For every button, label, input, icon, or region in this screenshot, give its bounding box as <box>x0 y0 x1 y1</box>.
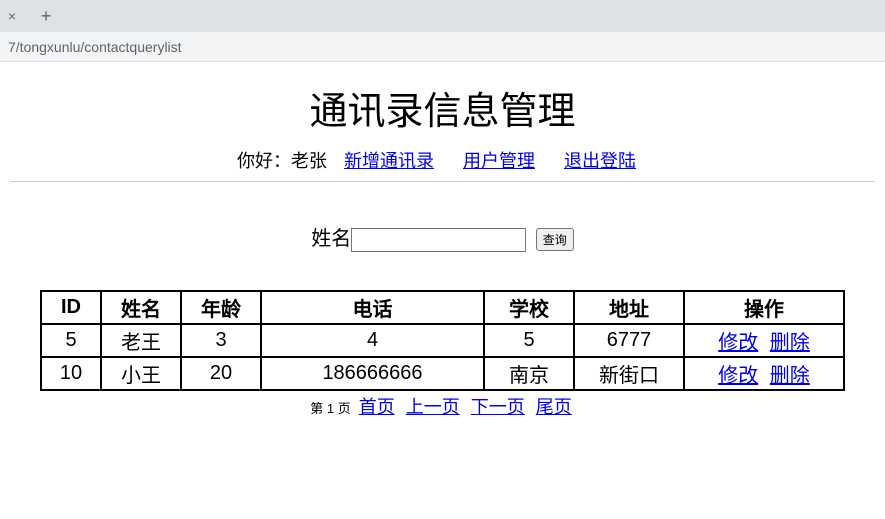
search-button[interactable]: 查询 <box>536 228 574 251</box>
user-management-link[interactable]: 用户管理 <box>463 151 535 171</box>
table-header-row: ID 姓名 年龄 电话 学校 地址 操作 <box>41 291 844 324</box>
delete-link[interactable]: 删除 <box>770 332 810 354</box>
page-info: 第 1 页 <box>310 401 350 416</box>
th-school: 学校 <box>484 291 574 324</box>
contacts-table: ID 姓名 年龄 电话 学校 地址 操作 5 老王 3 4 5 6777 <box>40 290 845 391</box>
nav-row: 你好：老张 新增通讯录 用户管理 退出登陆 <box>10 147 875 182</box>
cell-phone: 186666666 <box>261 357 484 390</box>
new-tab-button[interactable]: + <box>32 2 60 30</box>
logout-link[interactable]: 退出登陆 <box>564 151 636 171</box>
pager: 第 1 页 首页 上一页 下一页 尾页 <box>40 393 845 419</box>
delete-link[interactable]: 删除 <box>770 365 810 387</box>
th-action: 操作 <box>684 291 844 324</box>
th-id: ID <box>41 291 101 324</box>
cell-name: 老王 <box>101 324 181 357</box>
cell-school: 南京 <box>484 357 574 390</box>
cell-age: 20 <box>181 357 261 390</box>
th-address: 地址 <box>574 291 684 324</box>
edit-link[interactable]: 修改 <box>718 332 758 354</box>
cell-name: 小王 <box>101 357 181 390</box>
cell-address: 新街口 <box>574 357 684 390</box>
last-page-link[interactable]: 尾页 <box>536 397 572 417</box>
cell-age: 3 <box>181 324 261 357</box>
browser-tab-bar: × + <box>0 0 885 32</box>
address-bar[interactable]: 7/tongxunlu/contactquerylist <box>0 32 885 62</box>
cell-phone: 4 <box>261 324 484 357</box>
edit-link[interactable]: 修改 <box>718 365 758 387</box>
th-age: 年龄 <box>181 291 261 324</box>
table-row: 10 小王 20 186666666 南京 新街口 修改 删除 <box>41 357 844 390</box>
cell-id: 5 <box>41 324 101 357</box>
search-row: 姓名 查询 <box>10 222 875 252</box>
username: 老张 <box>291 151 327 171</box>
search-input[interactable] <box>351 228 526 252</box>
cell-actions: 修改 删除 <box>684 324 844 357</box>
page-title: 通讯录信息管理 <box>10 80 875 135</box>
cell-id: 10 <box>41 357 101 390</box>
url-text: 7/tongxunlu/contactquerylist <box>8 39 182 55</box>
cell-school: 5 <box>484 324 574 357</box>
add-contact-link[interactable]: 新增通讯录 <box>344 151 434 171</box>
table-row: 5 老王 3 4 5 6777 修改 删除 <box>41 324 844 357</box>
next-page-link[interactable]: 下一页 <box>471 397 525 417</box>
close-icon[interactable]: × <box>4 8 20 24</box>
greeting-prefix: 你好： <box>237 151 291 171</box>
first-page-link[interactable]: 首页 <box>359 397 395 417</box>
th-name: 姓名 <box>101 291 181 324</box>
cell-address: 6777 <box>574 324 684 357</box>
search-label: 姓名 <box>311 228 351 250</box>
prev-page-link[interactable]: 上一页 <box>406 397 460 417</box>
th-phone: 电话 <box>261 291 484 324</box>
cell-actions: 修改 删除 <box>684 357 844 390</box>
